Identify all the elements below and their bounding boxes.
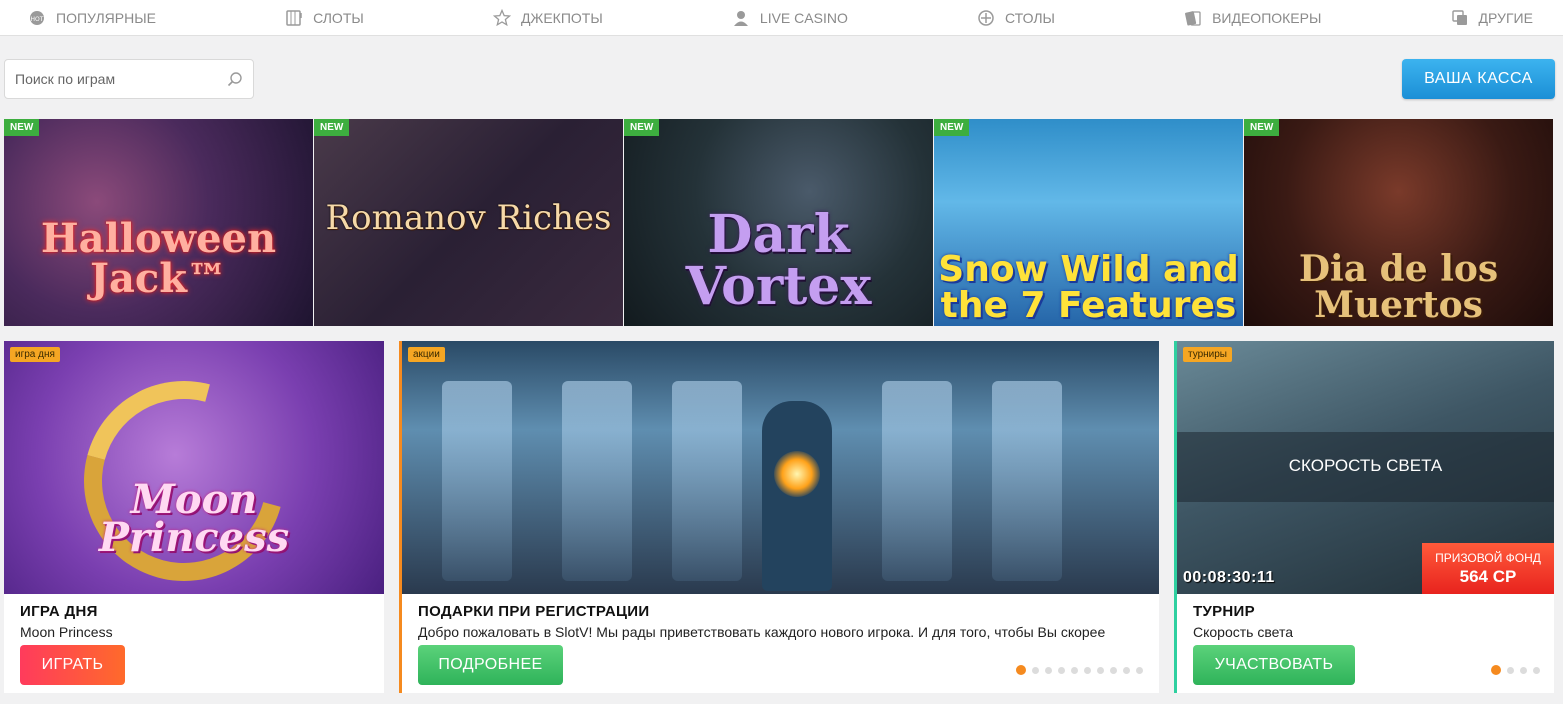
tournament-image[interactable]: СКОРОСТЬ СВЕТА 00:08:30:11 ПРИЗОВОЙ ФОНД… bbox=[1177, 341, 1554, 594]
game-of-day-image[interactable]: Moon Princess bbox=[4, 341, 384, 618]
character-pod bbox=[882, 381, 952, 581]
card-subtitle: Moon Princess bbox=[20, 624, 113, 640]
carousel-dot[interactable] bbox=[1136, 666, 1143, 674]
tournament-carousel-dots bbox=[1491, 665, 1540, 675]
cards-icon bbox=[1184, 9, 1202, 27]
play-button[interactable]: ИГРАТЬ bbox=[20, 645, 125, 685]
search-input[interactable] bbox=[15, 71, 227, 87]
card-subtitle: Скорость света bbox=[1193, 624, 1293, 640]
search-box bbox=[4, 59, 254, 99]
carousel-dot[interactable] bbox=[1097, 666, 1104, 674]
svg-text:HOT: HOT bbox=[31, 16, 44, 23]
game-tile[interactable]: NEW Dark Vortex bbox=[624, 119, 933, 326]
hot-icon: HOT bbox=[28, 9, 46, 27]
game-title: Halloween Jack™ bbox=[40, 215, 277, 302]
card-title: ПОДАРКИ ПРИ РЕГИСТРАЦИИ bbox=[418, 603, 650, 620]
new-badge: NEW bbox=[624, 119, 660, 136]
carousel-dot[interactable] bbox=[1520, 666, 1527, 674]
nav-item-other[interactable]: ДРУГИЕ bbox=[1451, 9, 1533, 27]
promo-image[interactable] bbox=[402, 341, 1159, 594]
prize-fund-badge: ПРИЗОВОЙ ФОНД 564 СР bbox=[1422, 543, 1554, 594]
carousel-dot[interactable] bbox=[1045, 666, 1052, 674]
nav-item-slots[interactable]: СЛОТЫ bbox=[285, 9, 364, 27]
new-badge: NEW bbox=[934, 119, 970, 136]
card-title: ИГРА ДНЯ bbox=[20, 603, 98, 620]
game-tile[interactable]: NEW Romanov Riches bbox=[314, 119, 623, 326]
card-subtitle: Добро пожаловать в SlotV! Мы рады привет… bbox=[418, 624, 1106, 640]
category-tag: турниры bbox=[1183, 347, 1232, 362]
nav-label: ПОПУЛЯРНЫЕ bbox=[56, 9, 156, 26]
game-title: Romanov Riches bbox=[325, 198, 612, 238]
nav-item-jackpots[interactable]: ДЖЕКПОТЫ bbox=[492, 8, 603, 27]
carousel-dot[interactable] bbox=[1491, 665, 1501, 675]
character-pod bbox=[442, 381, 512, 581]
top-navigation: HOT ПОПУЛЯРНЫЕ СЛОТЫ ДЖЕКПОТЫ LIVE CASIN… bbox=[0, 0, 1563, 36]
character-pod bbox=[992, 381, 1062, 581]
carousel-dot[interactable] bbox=[1071, 666, 1078, 674]
carousel-dot[interactable] bbox=[1058, 666, 1065, 674]
character-pod bbox=[562, 381, 632, 581]
slots-icon bbox=[285, 9, 303, 27]
tournament-overlay-title: СКОРОСТЬ СВЕТА bbox=[1288, 456, 1443, 475]
search-icon[interactable] bbox=[227, 71, 243, 87]
carousel-dot[interactable] bbox=[1084, 666, 1091, 674]
cashier-button[interactable]: ВАША КАССА bbox=[1402, 59, 1555, 99]
join-button[interactable]: УЧАСТВОВАТЬ bbox=[1193, 645, 1355, 685]
nav-label: ДРУГИЕ bbox=[1478, 9, 1533, 26]
game-of-day-card: Moon Princess игра дня ИГРА ДНЯ Moon Pri… bbox=[4, 341, 384, 693]
promo-card: акции ПОДАРКИ ПРИ РЕГИСТРАЦИИ Добро пожа… bbox=[399, 341, 1159, 693]
carousel-dot[interactable] bbox=[1533, 666, 1540, 674]
dealer-icon bbox=[732, 9, 750, 27]
game-title: Dark Vortex bbox=[685, 204, 872, 317]
nav-label: ДЖЕКПОТЫ bbox=[520, 9, 603, 26]
nav-label: СЛОТЫ bbox=[313, 9, 364, 26]
game-of-day-logo: Moon Princess bbox=[98, 476, 290, 561]
category-tag: игра дня bbox=[10, 347, 60, 362]
carousel-dot[interactable] bbox=[1016, 665, 1026, 675]
game-tile[interactable]: NEW Halloween Jack™ bbox=[4, 119, 313, 326]
carousel-dot[interactable] bbox=[1123, 666, 1130, 674]
game-title: Dia de los Muertos bbox=[1298, 248, 1499, 326]
nav-item-videopoker[interactable]: ВИДЕОПОКЕРЫ bbox=[1184, 9, 1321, 27]
tournament-card: СКОРОСТЬ СВЕТА 00:08:30:11 ПРИЗОВОЙ ФОНД… bbox=[1174, 341, 1554, 693]
carousel-dot[interactable] bbox=[1110, 666, 1117, 674]
carousel-dot[interactable] bbox=[1507, 666, 1514, 674]
nav-label: ВИДЕОПОКЕРЫ bbox=[1212, 9, 1322, 26]
more-button[interactable]: ПОДРОБНЕЕ bbox=[418, 645, 563, 685]
tournament-overlay: СКОРОСТЬ СВЕТА bbox=[1177, 432, 1554, 502]
prize-value: 564 СР bbox=[1459, 567, 1517, 586]
chip-icon bbox=[977, 9, 995, 27]
nav-label: LIVE CASINO bbox=[759, 9, 848, 26]
game-tile[interactable]: NEW Dia de los Muertos bbox=[1244, 119, 1553, 326]
new-badge: NEW bbox=[1244, 119, 1280, 136]
card-title: ТУРНИР bbox=[1193, 603, 1255, 620]
carousel-dot[interactable] bbox=[1032, 666, 1039, 674]
prize-label: ПРИЗОВОЙ ФОНД bbox=[1435, 551, 1541, 565]
star-icon bbox=[492, 8, 511, 27]
other-icon bbox=[1451, 9, 1469, 27]
new-badge: NEW bbox=[314, 119, 350, 136]
promo-carousel-dots bbox=[1016, 665, 1143, 675]
new-badge: NEW bbox=[4, 119, 40, 136]
energy-glow bbox=[774, 451, 820, 497]
game-tile[interactable]: NEW Snow Wild and the 7 Features bbox=[934, 119, 1243, 326]
new-games-row: NEW Halloween Jack™ NEW Romanov Riches N… bbox=[4, 119, 1563, 326]
nav-label: СТОЛЫ bbox=[1005, 9, 1055, 26]
nav-item-live-casino[interactable]: LIVE CASINO bbox=[732, 9, 848, 27]
tournament-timer: 00:08:30:11 bbox=[1183, 569, 1275, 586]
character-pod bbox=[672, 381, 742, 581]
nav-item-tables[interactable]: СТОЛЫ bbox=[977, 9, 1055, 27]
nav-item-popular[interactable]: HOT ПОПУЛЯРНЫЕ bbox=[28, 9, 156, 27]
game-title: Snow Wild and the 7 Features bbox=[938, 249, 1239, 326]
category-tag: акции bbox=[408, 347, 445, 362]
